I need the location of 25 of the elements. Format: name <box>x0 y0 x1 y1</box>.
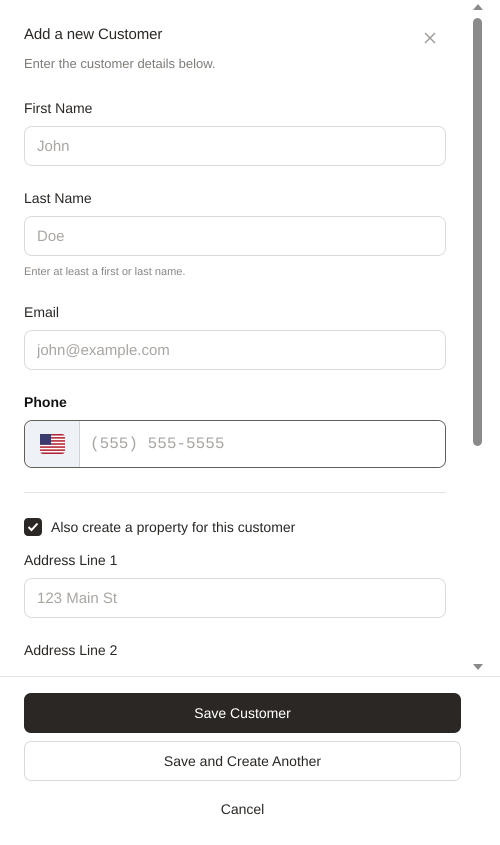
checkbox-label: Also create a property for this customer <box>51 519 296 535</box>
input-field[interactable]: 123 Main St <box>24 578 446 618</box>
scroll-down-icon[interactable] <box>473 664 483 670</box>
scroll-up-icon[interactable] <box>473 4 483 10</box>
input-field[interactable]: Doe <box>24 216 446 256</box>
phone-field[interactable]: (555) 555-5555 <box>24 420 446 468</box>
dialog-subtitle: Enter the customer details below. <box>24 56 216 71</box>
dialog-title: Add a new Customer <box>24 26 162 43</box>
save-another-button[interactable]: Save and Create Another <box>24 741 461 781</box>
cancel-button[interactable]: Cancel <box>214 795 270 823</box>
field-label: Address Line 1 <box>24 552 118 568</box>
check-icon <box>27 522 39 532</box>
close-icon[interactable] <box>424 32 436 44</box>
hint-text: Enter at least a first or last name. <box>24 266 186 278</box>
field-label: Address Line 2 <box>24 642 118 658</box>
field-label: Email <box>24 304 60 320</box>
field-label: Phone <box>24 394 67 410</box>
checkbox[interactable] <box>24 518 42 536</box>
save-button[interactable]: Save Customer <box>24 693 461 733</box>
input-field[interactable]: john@example.com <box>24 330 446 370</box>
country-selector[interactable] <box>25 421 80 467</box>
input-field[interactable]: John <box>24 126 446 166</box>
field-label: First Name <box>24 100 92 116</box>
field-label: Last Name <box>24 190 92 206</box>
flag-icon <box>40 434 64 454</box>
